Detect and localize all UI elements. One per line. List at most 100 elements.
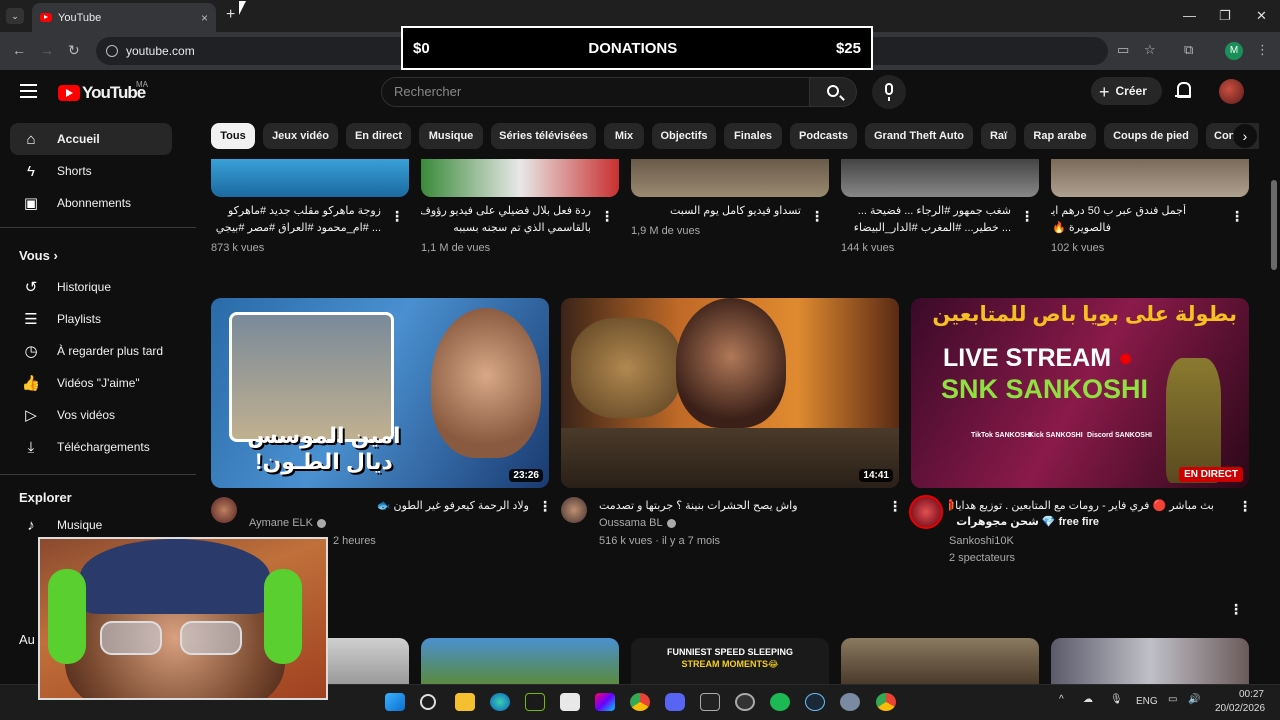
video-title[interactable]: ولاد الرحمة كيعرفو غير الطون 🐟: [249, 499, 529, 514]
chips-next-icon[interactable]: ›: [1233, 124, 1257, 148]
video-thumbnail[interactable]: [1051, 159, 1249, 197]
video-title[interactable]: أجمل فندق عبر ب 50 درهم ايلا: [1051, 204, 1186, 219]
chrome-menu-icon[interactable]: ⋮: [1256, 42, 1269, 58]
video-thumbnail[interactable]: [421, 638, 619, 684]
video-title-line2[interactable]: بالقاسمي الذي تم سجنه بسببه: [421, 221, 591, 236]
site-info-icon[interactable]: [106, 45, 118, 57]
menu-icon[interactable]: [20, 84, 37, 98]
chip[interactable]: Tous: [211, 123, 255, 149]
tab-close-icon[interactable]: ×: [201, 11, 208, 25]
volume-icon[interactable]: 🔊: [1188, 694, 1200, 705]
user-avatar[interactable]: [1219, 79, 1244, 104]
spotify-icon[interactable]: [770, 693, 790, 711]
obs-icon[interactable]: [735, 693, 755, 711]
sidebar-item-liked[interactable]: 👍 Vidéos "J'aime": [10, 367, 172, 399]
bookmark-star-icon[interactable]: ☆: [1144, 42, 1156, 58]
video-thumbnail[interactable]: [631, 159, 829, 197]
edge-icon[interactable]: [490, 693, 510, 711]
maximize-icon[interactable]: ❐: [1219, 8, 1231, 24]
taskbar-search-icon[interactable]: [420, 694, 436, 710]
tray-overflow-icon[interactable]: ^: [1059, 694, 1064, 705]
chip[interactable]: Rap arabe: [1024, 123, 1096, 149]
minimize-icon[interactable]: —: [1183, 8, 1196, 23]
video-thumbnail[interactable]: [841, 159, 1039, 197]
chip[interactable]: Séries télévisées: [491, 123, 596, 149]
close-window-icon[interactable]: ✕: [1256, 8, 1267, 24]
channel-name[interactable]: Aymane ELK: [249, 517, 327, 529]
chip[interactable]: Musique: [419, 123, 483, 149]
reload-icon[interactable]: ↻: [68, 42, 80, 59]
search-button[interactable]: [809, 77, 857, 107]
back-icon[interactable]: ←: [12, 42, 26, 58]
browser-tab[interactable]: YouTube ×: [32, 3, 216, 32]
sidebar-you-heading[interactable]: Vous ›: [19, 248, 58, 263]
more-options-icon[interactable]: ⋮: [1238, 498, 1252, 515]
new-tab-button[interactable]: +: [226, 6, 235, 24]
video-title-line2[interactable]: ... خطير... #المغرب #الدار_البيضاء: [841, 221, 1011, 236]
video-title[interactable]: واش يصح الحشرات بنينة ؟ جربتها و تصدمت: [599, 499, 879, 514]
network-icon[interactable]: ▭: [1168, 694, 1177, 705]
cast-icon[interactable]: ▭: [1117, 42, 1129, 58]
create-button[interactable]: + Créer: [1091, 77, 1162, 105]
mic-tray-icon[interactable]: 🎙: [1110, 694, 1123, 705]
video-title-line2[interactable]: فالصويرة 🔥 ✌️: [1051, 221, 1111, 236]
search-input[interactable]: Rechercher: [381, 77, 810, 107]
video-title[interactable]: تسداو فيديو كامل يوم السبت: [631, 204, 801, 219]
video-title[interactable]: ردة فعل بلال فضيلي على فيديو رؤوف: [421, 204, 591, 219]
chrome-icon[interactable]: [630, 693, 650, 711]
video-thumbnail[interactable]: 14:41: [561, 298, 899, 488]
video-thumbnail[interactable]: [211, 159, 409, 197]
sidebar-item-your-videos[interactable]: ▷ Vos vidéos: [10, 399, 172, 431]
chip[interactable]: Jeux vidéo: [263, 123, 338, 149]
scrollbar-thumb[interactable]: [1271, 180, 1277, 270]
more-options-icon[interactable]: ⋮: [888, 498, 902, 515]
chip[interactable]: Podcasts: [790, 123, 857, 149]
store-icon[interactable]: [560, 693, 580, 711]
more-options-icon[interactable]: ⋮: [538, 498, 552, 515]
sidebar-item-home[interactable]: ⌂ Accueil: [10, 123, 172, 155]
video-title-line2[interactable]: free fire 💎 شحن مجوهرات: [949, 515, 1099, 530]
chip[interactable]: Finales: [724, 123, 782, 149]
page-scrollbar[interactable]: [1268, 70, 1280, 684]
video-thumbnail[interactable]: بطولة على بويا باص للمتابعين LIVE STREAM…: [911, 298, 1249, 488]
video-thumbnail[interactable]: امين الموسس ديال الطـون! 23:26: [211, 298, 549, 488]
sidebar-item-downloads[interactable]: ⤓ Téléchargements: [10, 431, 172, 463]
nvidia-icon[interactable]: [525, 693, 545, 711]
chip[interactable]: Coups de pied: [1104, 123, 1198, 149]
video-thumbnail[interactable]: FUNNIEST SPEED SLEEPING STREAM MOMENTS😂: [631, 638, 829, 684]
steam-icon[interactable]: [805, 693, 825, 711]
video-title[interactable]: بث مباشر 🔴 فري فاير - رومات مع المتابعين…: [949, 499, 1214, 514]
epic-games-icon[interactable]: [700, 693, 720, 711]
shelf-more-options-icon[interactable]: ⋮: [1229, 601, 1243, 618]
tab-list-chevron-icon[interactable]: ⌄: [6, 8, 24, 24]
sidebar-item-history[interactable]: ↺ Historique: [10, 271, 172, 303]
chip[interactable]: Raï: [981, 123, 1016, 149]
chip[interactable]: Mix: [604, 123, 644, 149]
channel-avatar[interactable]: [211, 497, 237, 523]
sidebar-item-subscriptions[interactable]: ▣ Abonnements: [10, 187, 172, 219]
chrome-active-icon[interactable]: [876, 693, 896, 711]
chip[interactable]: Grand Theft Auto: [865, 123, 973, 149]
sidebar-item-playlists[interactable]: ☰ Playlists: [10, 303, 172, 335]
forward-icon[interactable]: →: [40, 42, 54, 58]
video-thumbnail[interactable]: [841, 638, 1039, 684]
onedrive-icon[interactable]: ☁: [1083, 694, 1093, 705]
more-options-icon[interactable]: ⋮: [1230, 208, 1244, 225]
youtube-logo[interactable]: YouTube MA: [58, 80, 148, 103]
video-thumbnail[interactable]: [1051, 638, 1249, 684]
channel-avatar-live[interactable]: [909, 495, 943, 529]
sidebar-item-shorts[interactable]: ϟ Shorts: [10, 155, 172, 187]
language-indicator[interactable]: ENG: [1136, 696, 1158, 707]
more-options-icon[interactable]: ⋮: [600, 208, 614, 225]
notifications-bell-icon[interactable]: [1175, 82, 1191, 99]
channel-name[interactable]: Sankoshi10K: [949, 535, 1014, 547]
windows-start-icon[interactable]: [385, 693, 405, 711]
more-options-icon[interactable]: ⋮: [810, 208, 824, 225]
file-explorer-icon[interactable]: [455, 693, 475, 711]
clock-date[interactable]: 20/02/2026: [1215, 703, 1265, 714]
chip[interactable]: En direct: [346, 123, 411, 149]
clock-time[interactable]: 00:27: [1230, 689, 1264, 700]
video-title[interactable]: زوجة ماهركو مقلب جديد #ماهركو: [211, 204, 381, 219]
more-options-icon[interactable]: ⋮: [1020, 208, 1034, 225]
profile-avatar[interactable]: M: [1225, 42, 1243, 60]
